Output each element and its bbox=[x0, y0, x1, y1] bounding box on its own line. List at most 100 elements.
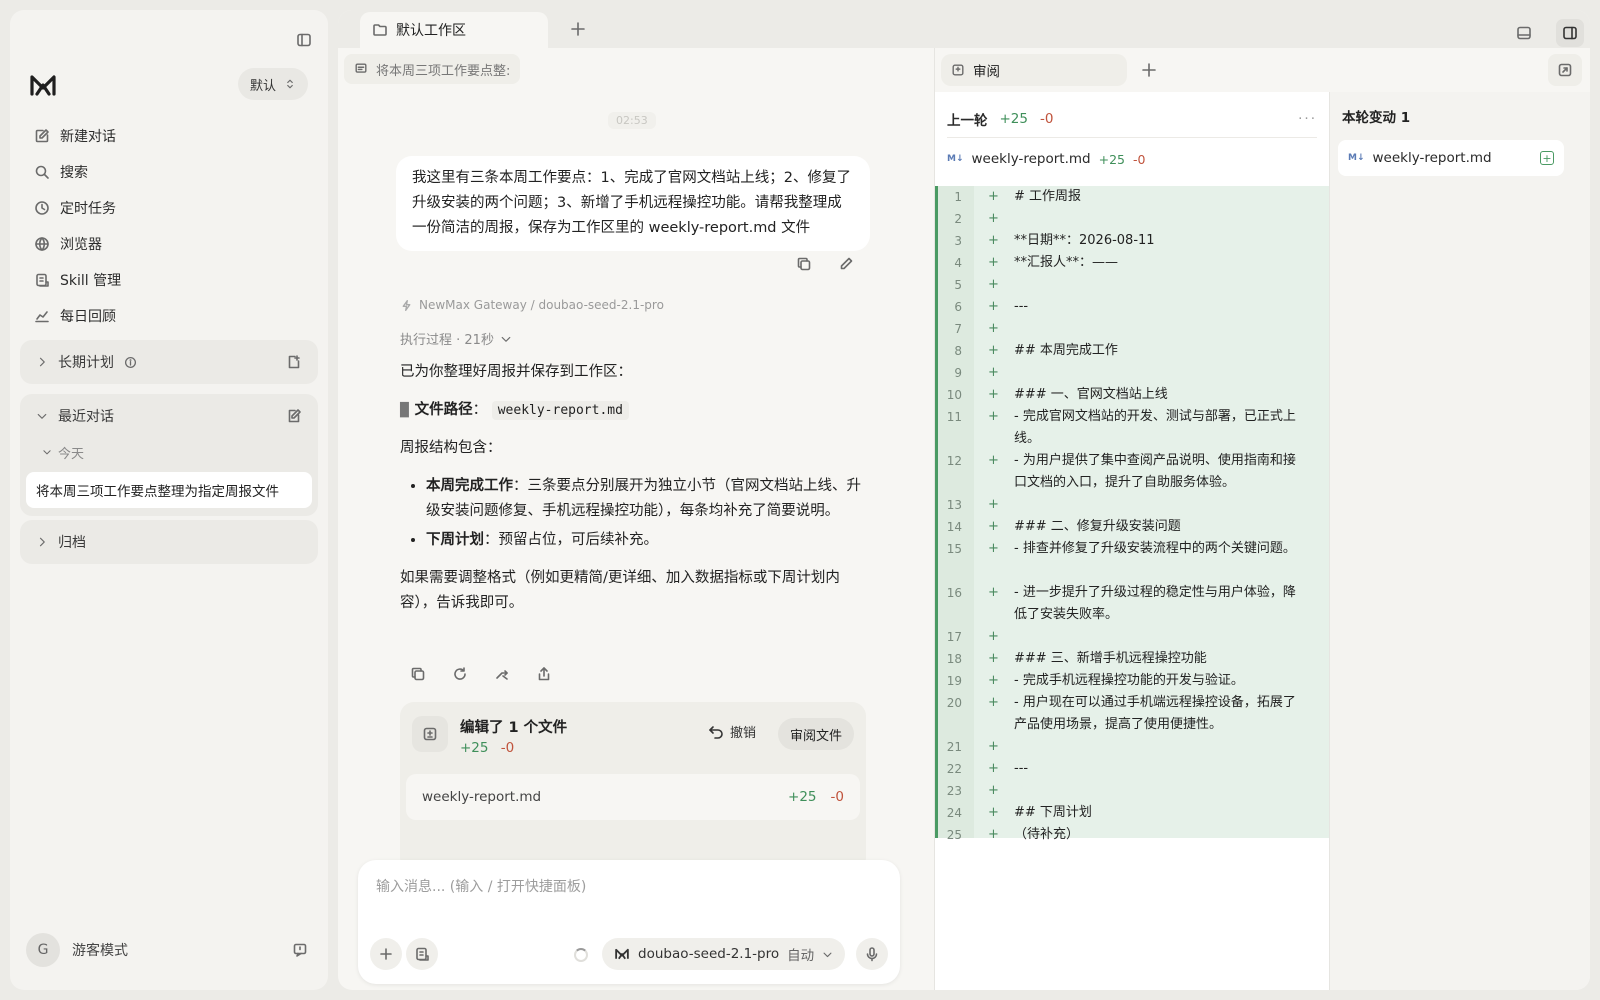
review-header: 审阅 bbox=[935, 48, 1590, 92]
info-icon[interactable] bbox=[124, 356, 137, 369]
copy-icon[interactable] bbox=[410, 666, 426, 682]
long-term-plan-group[interactable]: 长期计划 bbox=[20, 340, 318, 384]
nav-browser[interactable]: 浏览器 bbox=[32, 226, 312, 262]
long-term-plan-header[interactable]: 长期计划 bbox=[20, 340, 318, 384]
line-number: 24 bbox=[946, 806, 962, 820]
new-tab-button[interactable] bbox=[570, 21, 586, 37]
edit-icon bbox=[35, 129, 49, 143]
message-timestamp: 02:53 bbox=[608, 112, 656, 129]
workspace-select[interactable]: 默认 bbox=[237, 68, 308, 100]
line-number: 11 bbox=[946, 410, 962, 424]
diff-line: 2 + bbox=[938, 208, 1329, 230]
main-window: 默认工作区 将本周三项工作要点整: 02:53 我这里有三条本周工作要点：1、完… bbox=[338, 10, 1590, 990]
message-composer: 输入消息... (输入 / 打开快捷面板) doubao-seed-2.1-pr… bbox=[358, 860, 900, 984]
attach-button[interactable] bbox=[370, 938, 402, 970]
line-number: 23 bbox=[946, 784, 962, 798]
diff-line: 10 + ### 一、官网文档站上线 bbox=[938, 384, 1329, 406]
sidebar-collapse-icon[interactable] bbox=[296, 32, 312, 48]
line-number: 17 bbox=[946, 630, 962, 644]
avatar[interactable]: G bbox=[26, 933, 60, 967]
diff-line: 22 + --- bbox=[938, 758, 1329, 780]
tab-workspace[interactable]: 默认工作区 bbox=[360, 12, 548, 48]
skill-picker-button[interactable] bbox=[406, 938, 438, 970]
chat-title-chip[interactable]: 将本周三项工作要点整: bbox=[344, 54, 521, 84]
branch-icon[interactable] bbox=[494, 666, 510, 682]
archive-header[interactable]: 归档 bbox=[20, 520, 318, 564]
answer-bullet: 下周计划：预留占位，可后续补充。 bbox=[426, 528, 870, 553]
diff-line: 16 + - 进一步提升了升级过程的稳定性与用户体验，降低了安装失败率。 bbox=[938, 582, 1329, 626]
round-label: 上一轮 bbox=[947, 112, 988, 129]
edited-file-stats: +25 -0 bbox=[788, 789, 844, 805]
diff-line: 12 + - 为用户提供了集中查阅产品说明、使用指南和接口文档的入口，提升了自助服务… bbox=[938, 450, 1329, 494]
nav-new-chat[interactable]: 新建对话 bbox=[32, 118, 312, 154]
added-marker: + bbox=[988, 761, 999, 776]
recent-conversations-header[interactable]: 最近对话 bbox=[20, 394, 318, 438]
model-selector[interactable]: doubao-seed-2.1-pro 自动 bbox=[602, 938, 846, 970]
line-text: ### 三、新增手机远程操控功能 bbox=[1014, 651, 1207, 666]
guest-profile[interactable]: G 游客模式 bbox=[26, 932, 308, 968]
toggle-right-panel-button[interactable] bbox=[1556, 19, 1584, 47]
added-marker: + bbox=[988, 585, 999, 600]
tab-review[interactable]: 审阅 bbox=[941, 54, 1127, 86]
nav-scheduled-tasks[interactable]: 定时任务 bbox=[32, 190, 312, 226]
changed-file-item[interactable]: M↓ weekly-report.md + bbox=[1338, 140, 1564, 176]
added-marker: + bbox=[988, 211, 999, 226]
execution-process-toggle[interactable]: 执行过程 · 21秒 bbox=[400, 329, 512, 348]
added-marker: + bbox=[988, 343, 999, 358]
clock-icon bbox=[35, 201, 49, 215]
long-term-plan-label: 长期计划 bbox=[58, 355, 114, 371]
new-conversation-icon[interactable] bbox=[286, 408, 302, 424]
diff-line: 17 + bbox=[938, 626, 1329, 648]
copy-icon[interactable] bbox=[796, 256, 812, 272]
nav-label: 定时任务 bbox=[60, 201, 116, 217]
more-options-icon[interactable]: ··· bbox=[1298, 111, 1317, 127]
answer-bullets: 本周完成工作：三条要点分别展开为独立小节（官网文档站上线、升级安装问题修复、手机… bbox=[400, 474, 870, 553]
added-marker: + bbox=[988, 233, 999, 248]
undo-icon bbox=[709, 725, 723, 739]
nav-search[interactable]: 搜索 bbox=[32, 154, 312, 190]
nav-skill-management[interactable]: Skill 管理 bbox=[32, 262, 312, 298]
feedback-icon[interactable] bbox=[292, 942, 308, 958]
new-plan-icon[interactable] bbox=[286, 354, 302, 370]
answer-outro: 如果需要调整格式（例如更精简/更详细、加入数据指标或下周计划内容），告诉我即可。 bbox=[400, 570, 840, 611]
nav-label: 浏览器 bbox=[60, 237, 102, 253]
undo-button[interactable]: 撤销 bbox=[708, 722, 756, 741]
diff-line: 24 + ## 下周计划 bbox=[938, 802, 1329, 824]
added-marker: + bbox=[988, 255, 999, 270]
lines-removed: -0 bbox=[500, 740, 515, 756]
line-number: 3 bbox=[954, 234, 962, 248]
edited-file-row[interactable]: weekly-report.md +25 -0 bbox=[406, 774, 860, 820]
share-icon[interactable] bbox=[536, 666, 552, 682]
tab-review-label: 审阅 bbox=[973, 64, 1000, 80]
review-files-button[interactable]: 审阅文件 bbox=[778, 718, 855, 750]
answer-structure-label: 周报结构包含： bbox=[400, 440, 502, 456]
archive-label: 归档 bbox=[58, 535, 86, 551]
voice-input-button[interactable] bbox=[856, 938, 888, 970]
added-marker: + bbox=[988, 409, 999, 424]
line-number: 7 bbox=[954, 322, 962, 336]
diff-file-header[interactable]: M↓ weekly-report.md +25 -0 bbox=[947, 144, 1145, 174]
chevron-down-icon bbox=[43, 450, 51, 455]
regenerate-icon[interactable] bbox=[452, 666, 468, 682]
line-number: 2 bbox=[954, 212, 962, 226]
globe-icon bbox=[35, 237, 49, 251]
execution-process-label: 执行过程 · 21秒 bbox=[400, 333, 494, 348]
recent-conversations-label: 最近对话 bbox=[58, 409, 114, 425]
line-number: 16 bbox=[946, 586, 962, 600]
new-review-tab-button[interactable] bbox=[1141, 62, 1157, 78]
review-panel-action-button[interactable] bbox=[1548, 54, 1582, 86]
markdown-file-icon: M↓ bbox=[1348, 153, 1365, 163]
message-input[interactable]: 输入消息... (输入 / 打开快捷面板) bbox=[376, 876, 586, 896]
nav-daily-review[interactable]: 每日回顾 bbox=[32, 298, 312, 334]
edit-pencil-icon[interactable] bbox=[838, 256, 854, 272]
file-doc-icon: ▉ bbox=[400, 403, 410, 418]
added-marker: + bbox=[988, 739, 999, 754]
line-number: 10 bbox=[946, 388, 962, 402]
undo-label: 撤销 bbox=[730, 726, 757, 741]
diff-line: 13 + bbox=[938, 494, 1329, 516]
toggle-bottom-panel-button[interactable] bbox=[1510, 19, 1538, 47]
today-section[interactable]: 今天 bbox=[20, 438, 318, 466]
archive-group[interactable]: 归档 bbox=[20, 520, 318, 564]
added-marker: + bbox=[988, 453, 999, 468]
conversation-item[interactable]: 将本周三项工作要点整理为指定周报文件 bbox=[26, 472, 312, 508]
